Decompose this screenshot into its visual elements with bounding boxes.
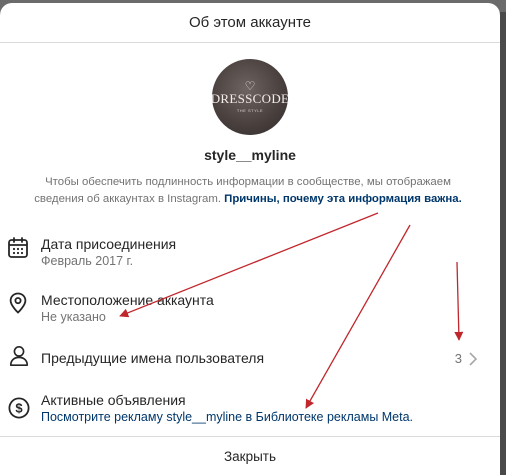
avatar-brand-text: DRESSCODE [210,91,290,106]
dollar-circle-icon: $ [8,397,30,419]
calendar-icon [8,237,28,258]
previous-usernames-count: 3 [454,351,462,366]
avatar-subtext: THE STYLE [236,108,264,113]
join-date-value: Февраль 2017 г. [41,254,134,268]
dialog-title: Об этом аккаунте [188,14,312,31]
row-join-date: Дата присоединения Февраль 2017 г. [0,231,500,275]
location-value: Не указано [41,310,106,324]
svg-text:$: $ [15,401,23,416]
location-title: Местоположение аккаунта [41,292,214,308]
close-button-label: Закрыть [224,448,276,464]
heart-icon: ♡ [244,79,256,93]
person-icon [9,346,29,366]
avatar[interactable]: ♡ DRESSCODE THE STYLE [210,59,290,135]
row-active-ads: $ Активные объявления Посмотрите рекламу… [0,389,500,429]
join-date-title: Дата присоединения [41,236,177,252]
row-previous-usernames[interactable]: Предыдущие имена пользователя 3 [0,341,500,375]
active-ads-title: Активные объявления [41,392,186,408]
dialog-header: Об этом аккаунте [0,3,500,43]
why-important-link[interactable]: Причины, почему эта информация важна. [224,193,462,205]
previous-usernames-title: Предыдущие имена пользователя [41,350,265,366]
username: style__myline [204,147,296,163]
about-account-dialog: Об этом аккаунте ♡ DRESSCODE THE STYLE s… [0,3,500,475]
chevron-right-icon [469,352,478,366]
close-button[interactable]: Закрыть [0,436,500,475]
info-text: Чтобы обеспечить подлинность информации … [26,174,470,208]
row-account-location: Местоположение аккаунта Не указано [0,287,500,331]
ads-library-link[interactable]: Посмотрите рекламу style__myline в Библи… [41,410,413,424]
avatar-container: ♡ DRESSCODE THE STYLE [0,59,500,135]
location-pin-icon [9,292,27,314]
